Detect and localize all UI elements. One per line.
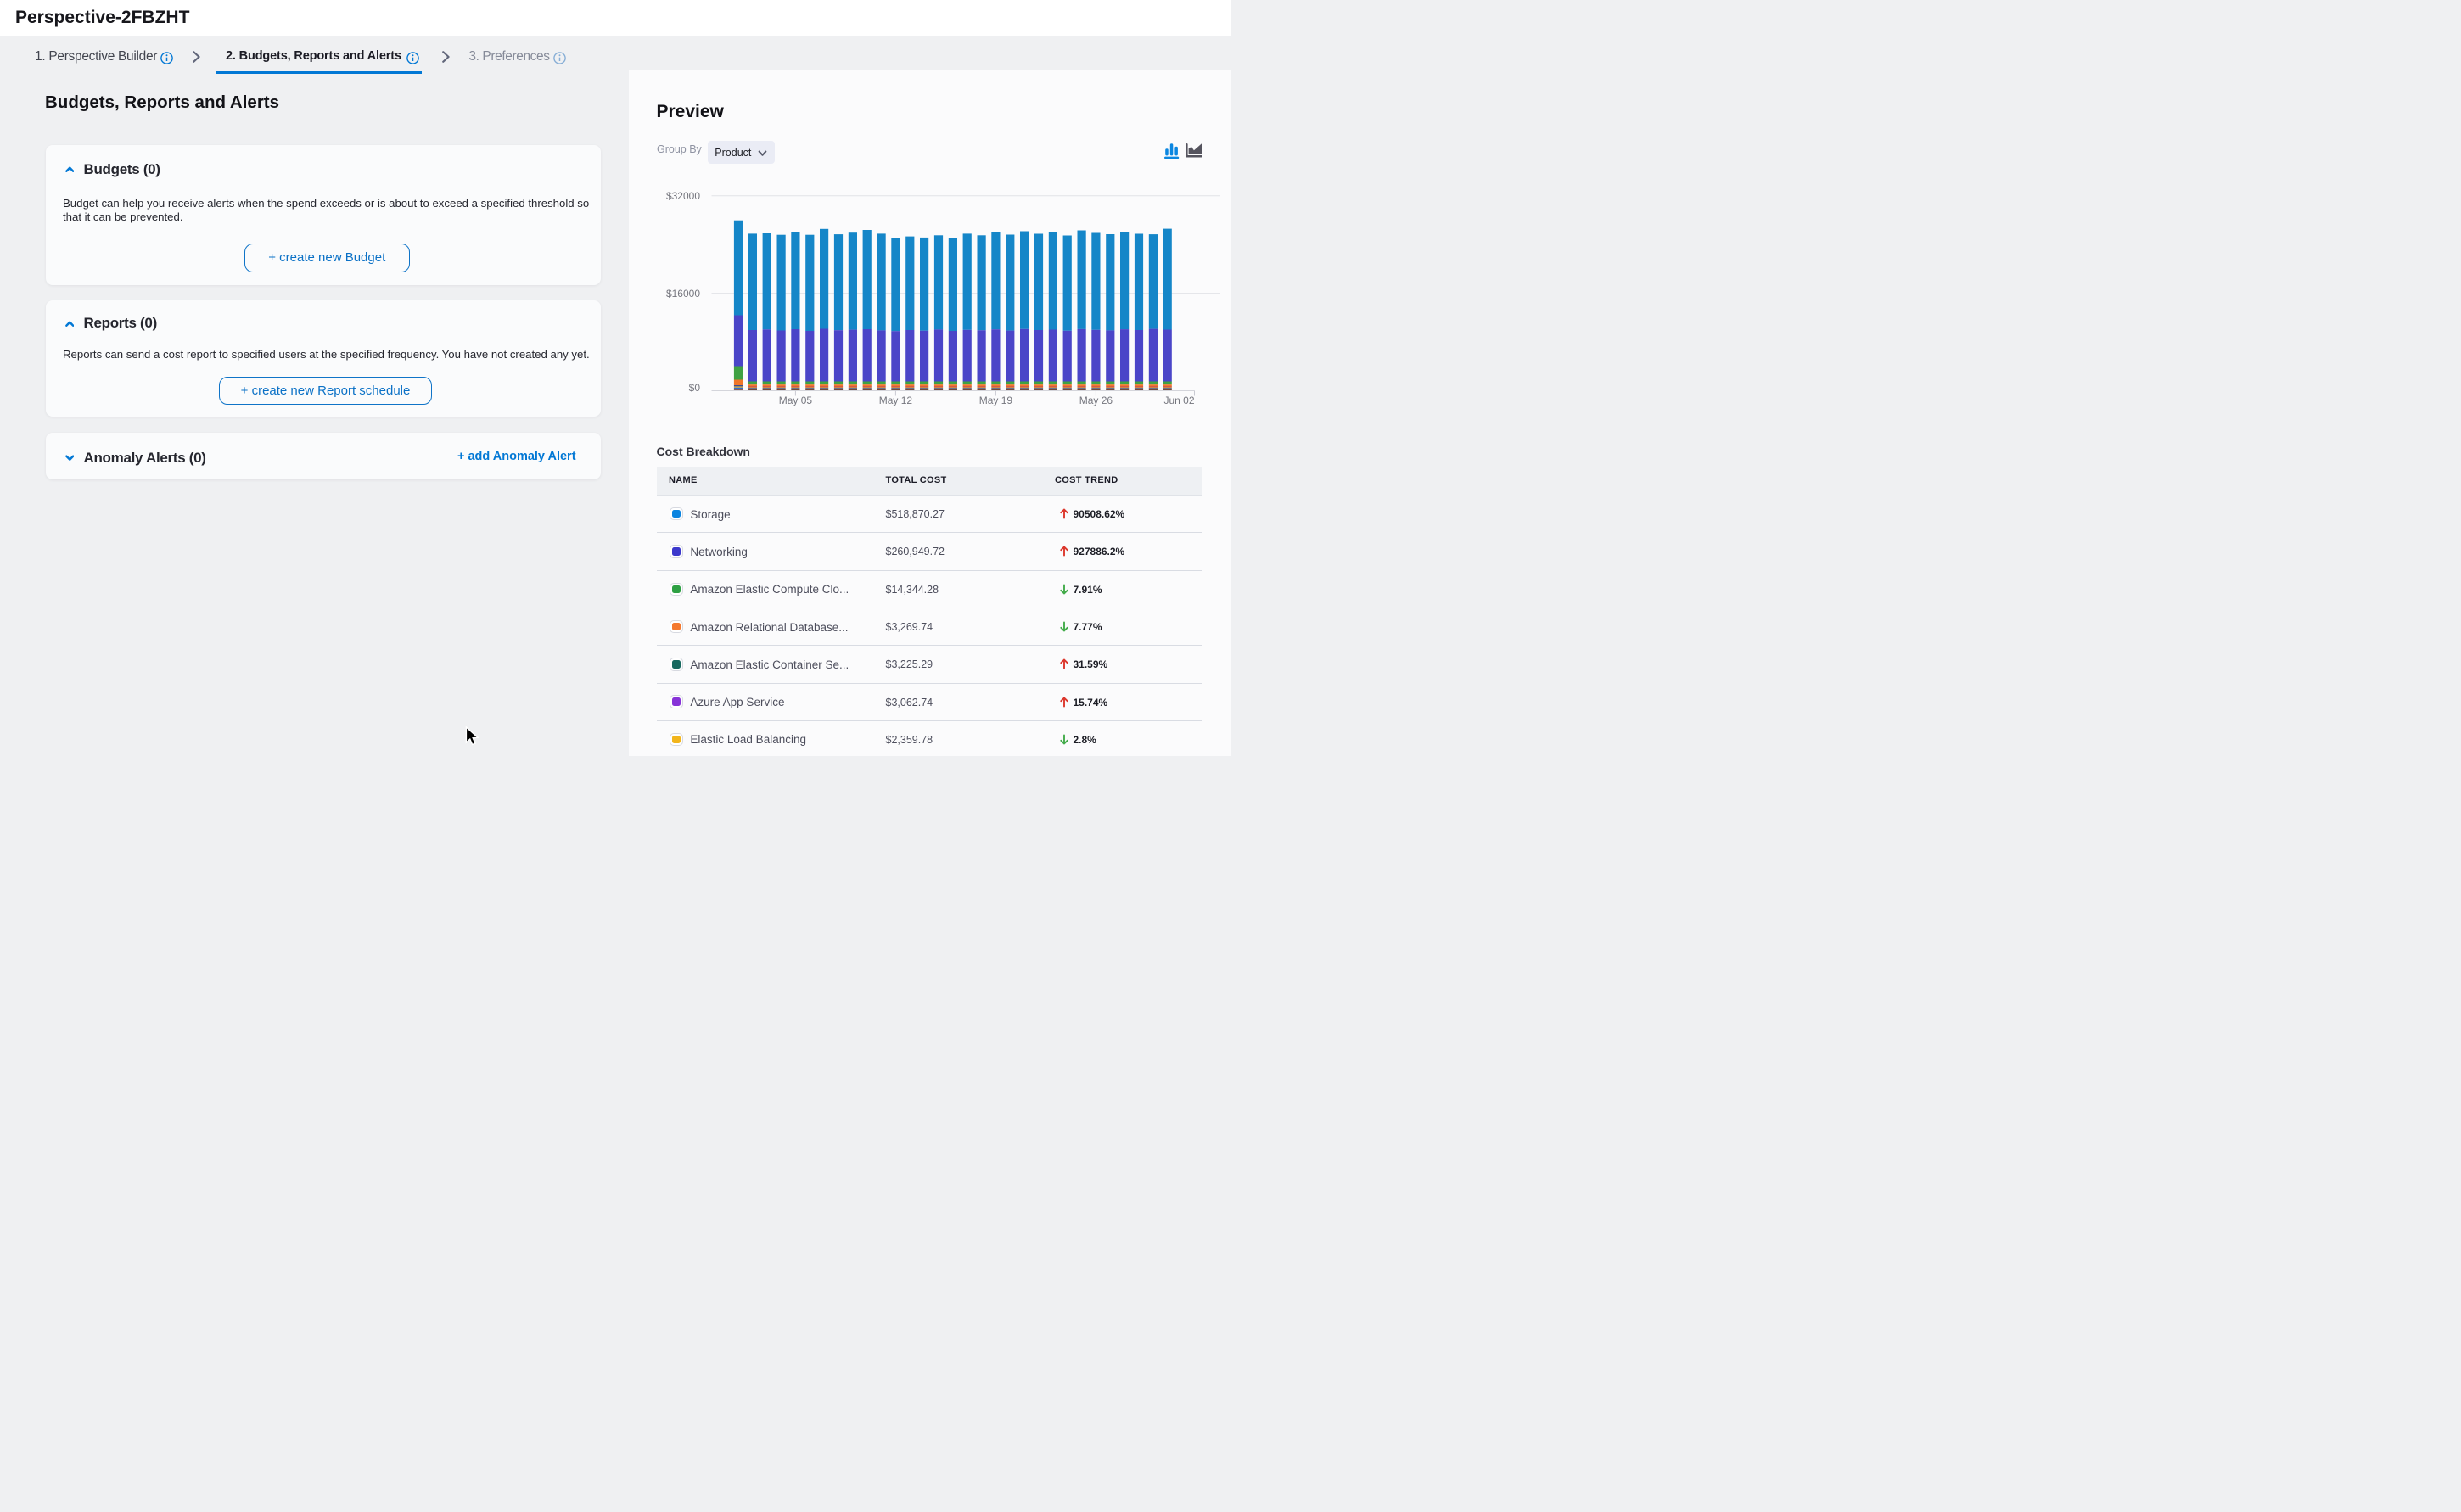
svg-text:May 19: May 19 xyxy=(979,395,1013,406)
svg-text:$16000: $16000 xyxy=(666,288,700,300)
svg-text:May 05: May 05 xyxy=(779,395,813,406)
svg-text:Jun 02: Jun 02 xyxy=(1163,395,1194,406)
svg-text:$32000: $32000 xyxy=(666,190,700,202)
svg-text:May 26: May 26 xyxy=(1079,395,1113,406)
svg-text:$0: $0 xyxy=(689,382,701,394)
svg-text:May 12: May 12 xyxy=(879,395,913,406)
